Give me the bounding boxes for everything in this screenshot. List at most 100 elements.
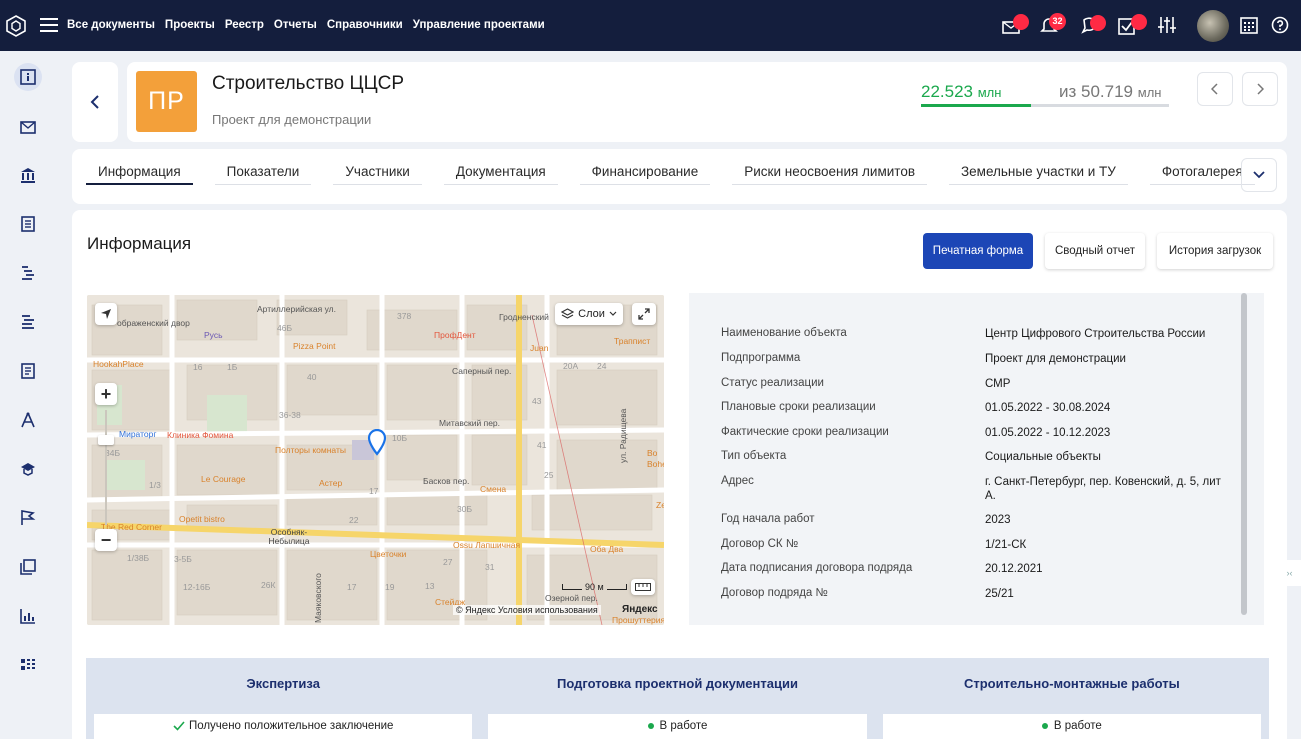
- poi-label[interactable]: Bo: [647, 448, 657, 458]
- map-copyright[interactable]: © Яндекс Условия использования: [453, 605, 601, 615]
- detail-label: Фактические сроки реализации: [721, 426, 889, 438]
- user-avatar[interactable]: [1197, 10, 1229, 42]
- tab-land-plots[interactable]: Земельные участки и ТУ: [949, 164, 1128, 185]
- list-icon[interactable]: [14, 308, 42, 336]
- poi-label[interactable]: Траппист: [614, 336, 650, 346]
- zoom-slider-handle[interactable]: [98, 435, 114, 445]
- ruler-button[interactable]: [631, 579, 655, 595]
- print-form-button[interactable]: Печатная форма: [923, 233, 1033, 269]
- side-panel-toggle[interactable]: ›‹: [1278, 560, 1301, 586]
- mail-list-icon[interactable]: [14, 112, 42, 140]
- upload-history-button[interactable]: История загрузок: [1157, 233, 1273, 269]
- map[interactable]: Артиллерийская ул. Гродненский Саперный …: [87, 295, 664, 625]
- poi-label[interactable]: Особняк-Небылица: [259, 528, 319, 546]
- tab-risks[interactable]: Риски неосвоения лимитов: [732, 164, 928, 185]
- back-button[interactable]: [72, 62, 118, 142]
- stage-title: Экспертиза: [246, 676, 320, 691]
- stage-card[interactable]: Экспертиза Получено положительное заключ…: [86, 658, 481, 739]
- building-number: 1Б: [227, 362, 238, 372]
- details-scrollbar[interactable]: [1241, 293, 1247, 615]
- copy-icon[interactable]: [14, 553, 42, 581]
- next-project-button[interactable]: [1242, 72, 1278, 106]
- education-icon[interactable]: [14, 455, 42, 483]
- poi-label[interactable]: Клиника Фомина: [167, 430, 233, 440]
- street-label: Озерной пер.: [545, 593, 598, 603]
- building-number: 20А: [563, 361, 579, 371]
- building-number: 17: [347, 582, 357, 592]
- stage-card[interactable]: Строительно-монтажные работы В работе: [874, 658, 1269, 739]
- detail-label: Год начала работ: [721, 513, 815, 525]
- menu-icon[interactable]: [40, 17, 58, 38]
- location-pin-icon[interactable]: [367, 428, 387, 462]
- street-label: Саперный пер.: [452, 366, 512, 376]
- tasks-icon[interactable]: [1118, 14, 1147, 41]
- poi-label[interactable]: Полторы комнаты: [275, 445, 346, 455]
- poi-label[interactable]: Смена: [480, 484, 506, 494]
- poi-label[interactable]: Астер: [319, 478, 342, 488]
- crane-icon[interactable]: [14, 406, 42, 434]
- nav-reports[interactable]: Отчеты: [274, 19, 317, 31]
- poi-label[interactable]: Zе: [656, 500, 664, 510]
- poi-label[interactable]: Цветочки: [370, 549, 406, 559]
- poi-label[interactable]: Juan: [530, 343, 548, 353]
- budget-progress-bar: [921, 104, 1169, 107]
- nav-all-documents[interactable]: Все документы: [67, 19, 155, 31]
- scale-bar-left: [562, 584, 582, 590]
- street-label: Митавский пер.: [439, 418, 501, 428]
- chart-icon[interactable]: [14, 602, 42, 630]
- settings-sliders-icon[interactable]: [1158, 16, 1176, 39]
- bell-icon[interactable]: 32: [1040, 13, 1066, 39]
- layers-button[interactable]: Слои: [555, 303, 623, 325]
- poi-label[interactable]: Oба Два: [590, 544, 623, 554]
- nav-directories[interactable]: Справочники: [327, 19, 403, 31]
- poi-label[interactable]: Pizza Point: [293, 341, 336, 351]
- poi-label[interactable]: ПрофДент: [434, 330, 476, 340]
- street-label: Маяковского: [313, 573, 323, 623]
- budget-spent: 22.523 млн: [921, 82, 1001, 102]
- poi-label[interactable]: Русь: [204, 330, 223, 340]
- poi-label[interactable]: Мираторг: [119, 429, 156, 439]
- document-icon[interactable]: [14, 210, 42, 238]
- zoom-track[interactable]: [105, 410, 107, 525]
- app-logo-icon[interactable]: [5, 15, 27, 42]
- gantt-icon[interactable]: [14, 259, 42, 287]
- fullscreen-button[interactable]: [632, 303, 656, 325]
- poi-label[interactable]: Opetit bistro: [179, 514, 225, 524]
- poi-label[interactable]: Ossu Лапшичная: [453, 540, 520, 550]
- tab-financing[interactable]: Финансирование: [579, 164, 711, 185]
- summary-report-button[interactable]: Сводный отчет: [1045, 233, 1145, 269]
- tab-documentation[interactable]: Документация: [443, 164, 558, 185]
- help-icon[interactable]: [1271, 16, 1289, 39]
- bank-icon[interactable]: [14, 161, 42, 189]
- poi-label[interactable]: HookahPlace: [93, 359, 144, 369]
- status-dot-icon: [647, 722, 654, 729]
- poi-label[interactable]: Bohe: [647, 459, 664, 469]
- flag-icon[interactable]: [14, 504, 42, 532]
- tabs-expand-button[interactable]: [1241, 158, 1277, 192]
- building-number: 27: [443, 557, 453, 567]
- chat-icon[interactable]: [1081, 15, 1106, 39]
- calendar-icon[interactable]: [1240, 16, 1258, 39]
- prev-project-button[interactable]: [1197, 72, 1233, 106]
- tab-photo-gallery[interactable]: Фотогалерея: [1149, 164, 1255, 185]
- grid-list-icon[interactable]: [14, 651, 42, 679]
- zoom-out-button[interactable]: −: [95, 529, 117, 551]
- stage-card[interactable]: Подготовка проектной документации В рабо…: [480, 658, 875, 739]
- building-number: 1/38Б: [127, 553, 150, 563]
- locate-button[interactable]: [95, 303, 117, 325]
- nav-projects[interactable]: Проекты: [165, 19, 215, 31]
- poi-label[interactable]: Прошуттерия: [612, 615, 664, 625]
- tab-information[interactable]: Информация: [86, 164, 193, 185]
- poi-label[interactable]: Le Courage: [201, 474, 245, 484]
- info-icon[interactable]: [14, 63, 42, 91]
- building-number: 46Б: [277, 323, 293, 333]
- zoom-in-button[interactable]: +: [95, 383, 117, 405]
- report-icon[interactable]: [14, 357, 42, 385]
- nav-registry[interactable]: Реестр: [225, 19, 264, 31]
- tab-participants[interactable]: Участники: [333, 164, 422, 185]
- tab-indicators[interactable]: Показатели: [214, 164, 312, 185]
- detail-label: Наименование объекта: [721, 327, 847, 339]
- nav-project-management[interactable]: Управление проектами: [413, 19, 545, 31]
- stages: Экспертиза Получено положительное заключ…: [86, 658, 1269, 739]
- mail-icon[interactable]: [1002, 14, 1029, 39]
